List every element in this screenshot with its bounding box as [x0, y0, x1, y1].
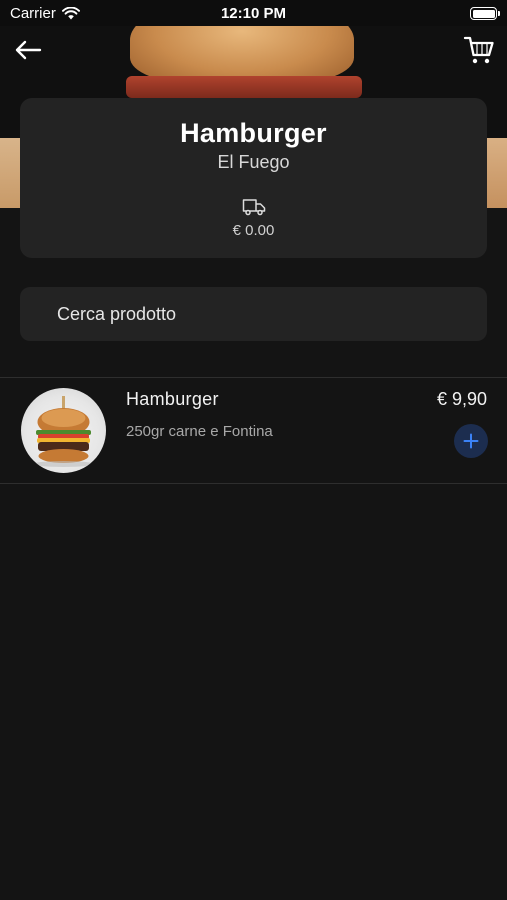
divider — [0, 483, 507, 484]
product-description: 250gr carne e Fontina — [126, 423, 273, 440]
status-bar: Carrier 12:10 PM — [0, 0, 507, 26]
restaurant-category: Hamburger — [180, 118, 327, 148]
plus-icon — [463, 433, 479, 449]
shopping-cart-icon — [463, 36, 494, 64]
restaurant-info-card: Hamburger El Fuego € 0.00 — [20, 98, 487, 258]
back-button[interactable] — [10, 34, 46, 66]
truck-icon — [242, 199, 266, 216]
search-input[interactable] — [20, 287, 487, 341]
product-image — [21, 388, 106, 473]
status-time: 12:10 PM — [220, 5, 287, 22]
restaurant-name: El Fuego — [217, 152, 290, 172]
product-price: € 9,90 — [436, 389, 487, 409]
add-to-cart-button[interactable] — [454, 424, 488, 458]
product-item[interactable]: Hamburger 250gr carne e Fontina € 9,90 — [0, 378, 507, 483]
battery-icon — [470, 7, 500, 20]
arrow-left-icon — [15, 40, 42, 60]
product-name: Hamburger — [126, 389, 219, 409]
search-box[interactable] — [20, 287, 487, 341]
cart-button[interactable] — [461, 32, 497, 68]
delivery-cost: € 0.00 — [232, 222, 275, 239]
